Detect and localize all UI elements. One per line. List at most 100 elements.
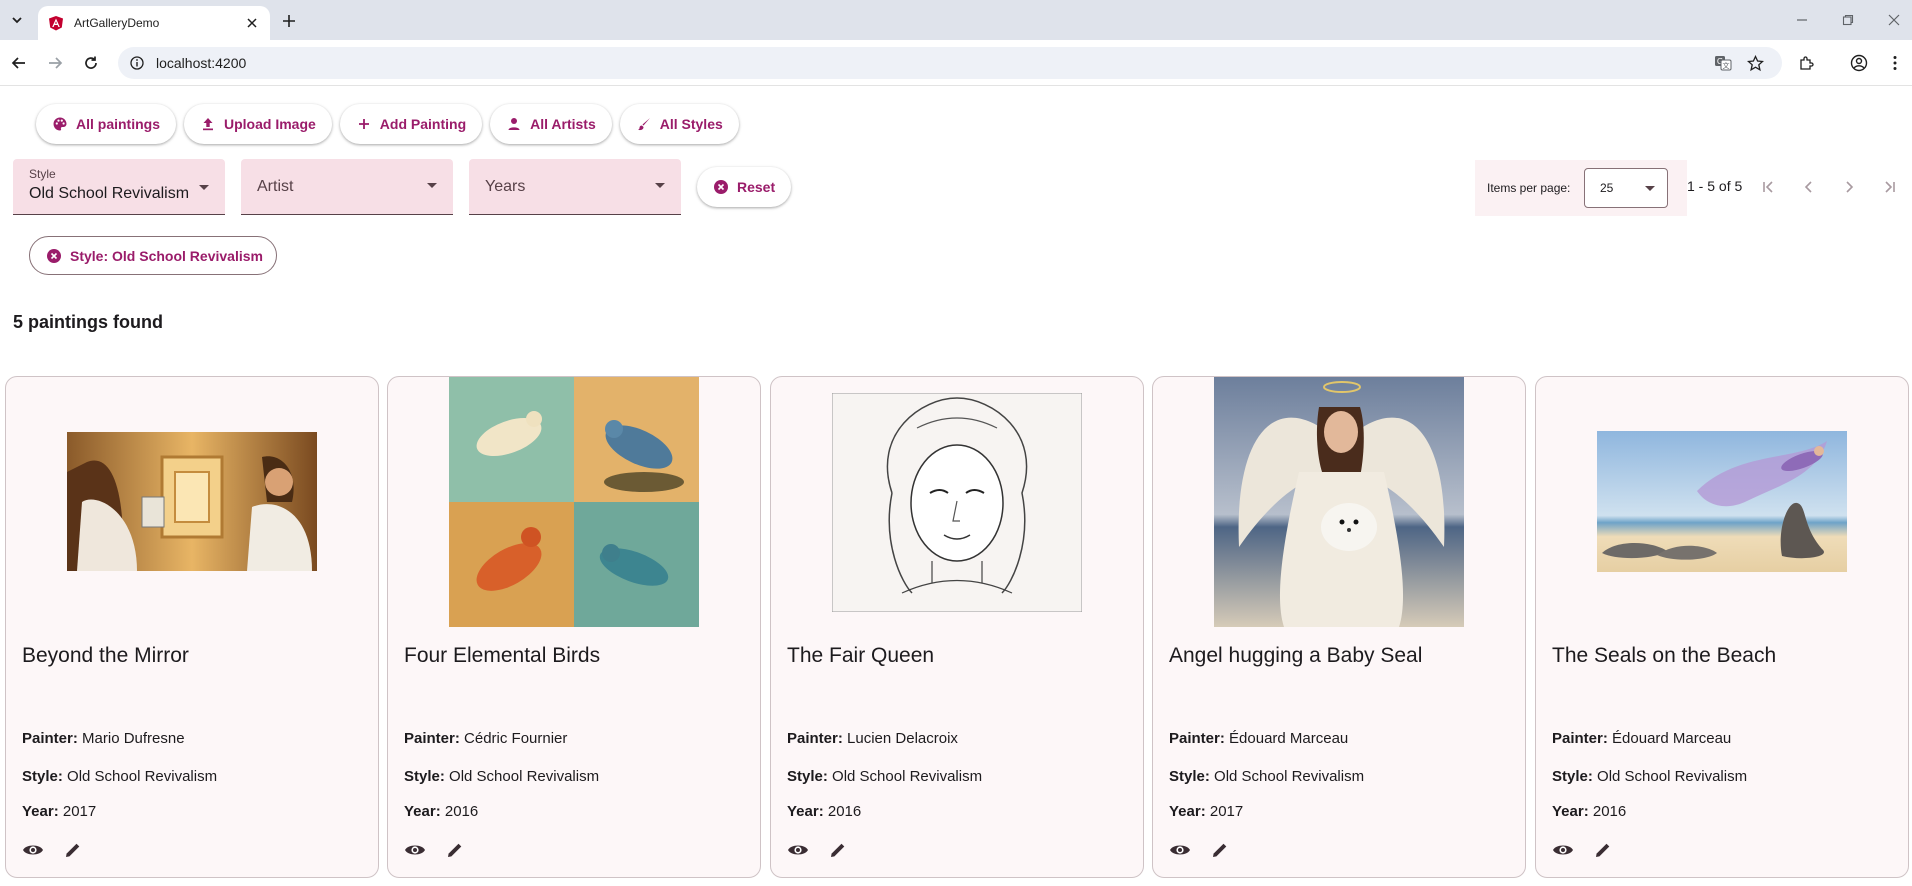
painting-image[interactable] xyxy=(449,377,699,627)
painter-value: Mario Dufresne xyxy=(82,730,185,747)
restore-icon[interactable] xyxy=(1836,8,1860,32)
first-page-icon[interactable] xyxy=(1757,175,1781,199)
items-per-page-label: Items per page: xyxy=(1487,181,1571,195)
all-artists-button[interactable]: All Artists xyxy=(490,104,612,144)
painter-value: Édouard Marceau xyxy=(1612,730,1732,747)
painting-style: Style: Old School Revivalism xyxy=(1552,768,1747,785)
tab-search-button[interactable] xyxy=(4,7,30,33)
items-per-page-select[interactable]: 25 xyxy=(1584,168,1668,208)
painter-value: Lucien Delacroix xyxy=(847,730,958,747)
translate-icon[interactable]: G文 xyxy=(1711,51,1735,75)
all-styles-button[interactable]: All Styles xyxy=(619,104,739,144)
close-window-icon[interactable] xyxy=(1882,8,1906,32)
edit-icon[interactable] xyxy=(60,837,86,863)
painting-year: Year: 2016 xyxy=(1552,803,1626,820)
all-artists-label: All Artists xyxy=(530,116,596,132)
bookmark-star-icon[interactable] xyxy=(1743,51,1767,75)
items-per-page-value: 25 xyxy=(1600,181,1614,195)
painting-card[interactable]: Beyond the Mirror Painter: Mario Dufresn… xyxy=(5,376,379,878)
painting-card[interactable]: Four Elemental Birds Painter: Cédric Fou… xyxy=(387,376,761,878)
cancel-circle-icon xyxy=(714,180,728,194)
years-select[interactable]: Years xyxy=(469,159,681,215)
painter-label: Painter: xyxy=(404,730,460,747)
painting-card[interactable]: Angel hugging a Baby Seal Painter: Édoua… xyxy=(1152,376,1526,878)
style-value: Old School Revivalism xyxy=(1597,768,1748,785)
style-select-label: Style xyxy=(29,167,56,181)
painting-style: Style: Old School Revivalism xyxy=(787,768,982,785)
add-painting-label: Add Painting xyxy=(379,116,467,132)
painting-card[interactable]: The Seals on the Beach Painter: Édouard … xyxy=(1535,376,1909,878)
painting-title: Beyond the Mirror xyxy=(22,644,189,667)
all-paintings-button[interactable]: All paintings xyxy=(36,104,176,144)
painting-painter: Painter: Mario Dufresne xyxy=(22,730,185,747)
last-page-icon[interactable] xyxy=(1877,175,1901,199)
painting-year: Year: 2017 xyxy=(22,803,96,820)
painting-card[interactable]: The Fair Queen Painter: Lucien Delacroix… xyxy=(770,376,1144,878)
edit-icon[interactable] xyxy=(1590,837,1616,863)
extensions-icon[interactable] xyxy=(1794,51,1818,75)
view-icon[interactable] xyxy=(785,837,811,863)
dropdown-arrow-icon xyxy=(655,183,665,188)
upload-icon xyxy=(203,118,213,131)
new-tab-icon[interactable] xyxy=(278,10,300,32)
painting-image[interactable] xyxy=(832,393,1082,612)
active-filter-label: Style: Old School Revivalism xyxy=(70,247,263,264)
active-filter-chip[interactable]: Style: Old School Revivalism xyxy=(29,236,277,275)
painter-value: Cédric Fournier xyxy=(464,730,568,747)
main-nav: All paintings Upload Image Add Painting … xyxy=(36,104,739,144)
browser-menu-icon[interactable] xyxy=(1883,51,1907,75)
browser-tab[interactable]: ArtGalleryDemo xyxy=(38,6,270,40)
artist-select[interactable]: Artist xyxy=(241,159,453,215)
edit-icon[interactable] xyxy=(442,837,468,863)
add-painting-button[interactable]: Add Painting xyxy=(339,104,483,144)
reload-icon[interactable] xyxy=(79,51,103,75)
edit-icon[interactable] xyxy=(1207,837,1233,863)
view-icon[interactable] xyxy=(1550,837,1576,863)
painting-title: Four Elemental Birds xyxy=(404,644,601,667)
card-actions xyxy=(20,837,86,863)
painting-title: The Seals on the Beach xyxy=(1552,644,1777,667)
edit-icon[interactable] xyxy=(825,837,851,863)
card-actions xyxy=(1550,837,1616,863)
tab-close-icon[interactable] xyxy=(244,15,260,31)
painting-title: Angel hugging a Baby Seal xyxy=(1169,644,1423,667)
painting-year: Year: 2017 xyxy=(1169,803,1243,820)
card-actions xyxy=(402,837,468,863)
site-info-icon[interactable] xyxy=(130,56,144,70)
painting-image[interactable] xyxy=(67,432,317,571)
style-select[interactable]: Style Old School Revivalism xyxy=(13,159,225,215)
painting-painter: Painter: Édouard Marceau xyxy=(1552,730,1731,747)
view-icon[interactable] xyxy=(1167,837,1193,863)
dropdown-arrow-icon xyxy=(1645,186,1655,191)
all-paintings-label: All paintings xyxy=(76,116,160,132)
remove-chip-icon[interactable] xyxy=(46,248,62,264)
plus-icon xyxy=(358,119,369,129)
address-bar[interactable]: localhost:4200 xyxy=(118,47,1782,79)
minimize-icon[interactable] xyxy=(1790,8,1814,32)
previous-page-icon[interactable] xyxy=(1797,175,1821,199)
svg-text:文: 文 xyxy=(1723,61,1730,70)
painting-style: Style: Old School Revivalism xyxy=(404,768,599,785)
back-icon[interactable] xyxy=(7,51,31,75)
painting-year: Year: 2016 xyxy=(787,803,861,820)
painting-style: Style: Old School Revivalism xyxy=(1169,768,1364,785)
view-icon[interactable] xyxy=(20,837,46,863)
reset-button[interactable]: Reset xyxy=(697,167,792,207)
artist-select-placeholder: Artist xyxy=(257,178,294,195)
upload-image-button[interactable]: Upload Image xyxy=(184,104,332,144)
profile-icon[interactable] xyxy=(1847,51,1871,75)
painter-label: Painter: xyxy=(22,730,78,747)
forward-icon[interactable] xyxy=(43,51,67,75)
painting-image[interactable] xyxy=(1597,431,1847,572)
card-actions xyxy=(1167,837,1233,863)
view-icon[interactable] xyxy=(402,837,428,863)
painting-image[interactable] xyxy=(1214,377,1464,627)
next-page-icon[interactable] xyxy=(1837,175,1861,199)
style-label: Style: xyxy=(404,768,445,785)
style-select-value: Old School Revivalism xyxy=(29,185,190,202)
painter-value: Édouard Marceau xyxy=(1229,730,1349,747)
tab-title: ArtGalleryDemo xyxy=(74,16,160,30)
palette-icon xyxy=(53,117,67,131)
year-value: 2017 xyxy=(62,803,97,820)
style-label: Style: xyxy=(787,768,828,785)
